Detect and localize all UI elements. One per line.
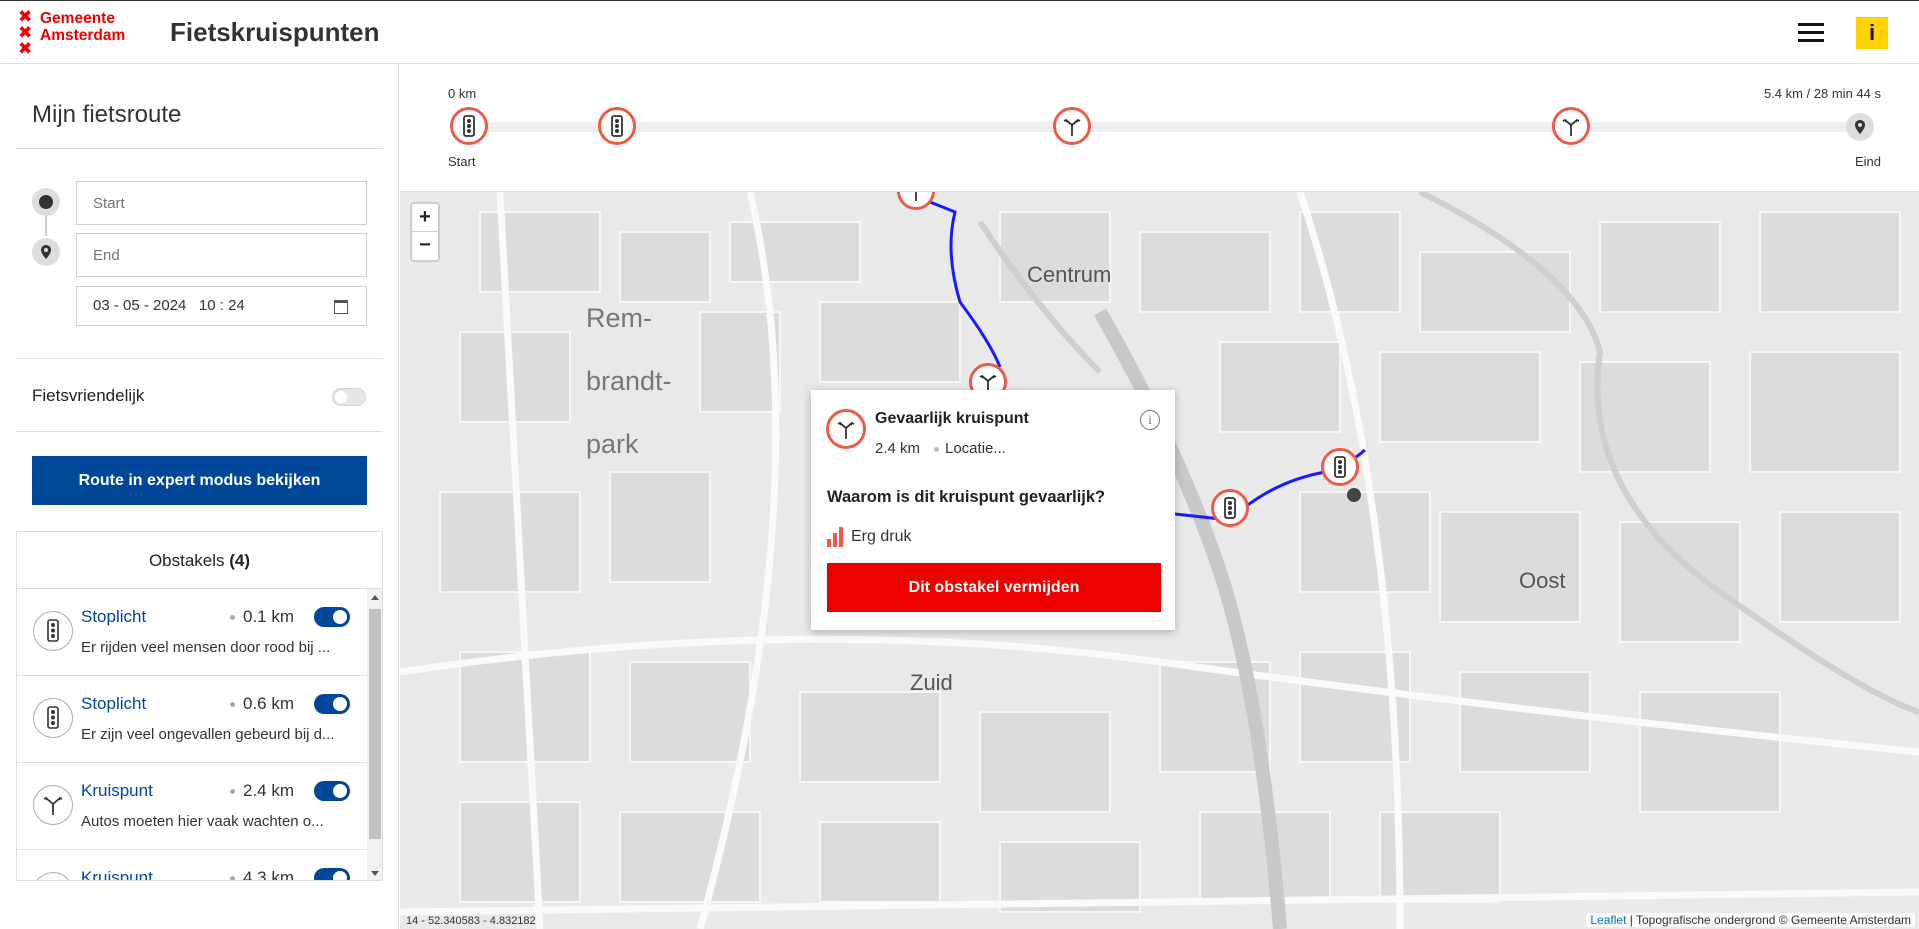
route-summary: 5.4 km / 28 min 44 s — [1763, 86, 1881, 101]
info-button[interactable]: i — [1856, 17, 1888, 49]
obstacles-label: Obstakels — [148, 551, 225, 570]
divider — [16, 148, 383, 149]
obstacle-distance: 2.4 km — [229, 781, 295, 800]
intersection-icon — [33, 872, 73, 880]
traffic-light-icon — [33, 698, 73, 738]
gemeente-amsterdam-logo[interactable]: ✖ ✖ ✖ Gemeente Amsterdam — [18, 7, 143, 58]
obstacle-distance: 4.3 km — [229, 868, 294, 880]
obstacles-header: Obstakels (4) — [17, 532, 382, 589]
scroll-up-icon[interactable] — [371, 595, 379, 600]
date-time-input[interactable]: 03 - 05 - 2024 10 : 24 — [76, 286, 367, 326]
scroll-thumb[interactable] — [369, 609, 381, 839]
obstacles-panel: Obstakels (4) Stoplicht 0.1 km Er rijden… — [16, 531, 383, 881]
destination-dot-icon[interactable] — [1347, 488, 1361, 502]
busy-bars-icon — [827, 527, 843, 547]
logo-line-2: Amsterdam — [40, 27, 126, 44]
intersection-icon — [826, 409, 866, 449]
header: ✖ ✖ ✖ Gemeente Amsterdam Fietskruispunte… — [0, 0, 1919, 64]
map-label-centrum: Centrum — [1027, 262, 1112, 287]
cross-icon: ✖ — [18, 7, 33, 26]
scroll-down-icon[interactable] — [371, 871, 379, 876]
obstacle-description: Er zijn veel ongevallen gebeurd bij d... — [81, 726, 335, 743]
obstacle-name[interactable]: Kruispunt — [81, 868, 153, 880]
zoom-in-button[interactable]: + — [412, 204, 438, 232]
obstacle-name[interactable]: Kruispunt — [81, 781, 153, 801]
obstacle-item[interactable]: Kruispunt 2.4 km Autos moeten hier vaak … — [17, 763, 367, 850]
traffic-light-icon[interactable] — [598, 107, 636, 145]
obstacles-list: Stoplicht 0.1 km Er rijden veel mensen d… — [17, 589, 367, 880]
map-label-rembrandt-2: brandt- — [586, 366, 672, 396]
calendar-icon[interactable] — [334, 300, 348, 314]
popup-question: Waarom is dit kruispunt gevaarlijk? — [827, 488, 1106, 506]
obstacle-name[interactable]: Stoplicht — [81, 607, 146, 627]
traffic-light-icon — [33, 611, 73, 651]
attribution-text: | Topografische ondergrond © Gemeente Am… — [1626, 913, 1911, 927]
obstacle-distance: 0.1 km — [229, 607, 295, 626]
intersection-icon[interactable] — [1552, 107, 1590, 145]
map-label-oost: Oost — [1519, 568, 1566, 593]
logo-line-1: Gemeente — [40, 10, 115, 27]
map-label-rembrandt-1: Rem- — [586, 303, 652, 333]
end-input[interactable] — [76, 233, 367, 277]
divider — [16, 431, 383, 432]
obstacles-scrollbar[interactable] — [367, 589, 382, 880]
start-input[interactable] — [76, 181, 367, 225]
popup-title: Gevaarlijk kruispunt — [875, 410, 1029, 427]
map-label-zuid: Zuid — [910, 670, 953, 695]
bike-friendly-label: Fietsvriendelijk — [32, 386, 145, 405]
cross-icon: ✖ — [18, 23, 33, 42]
traffic-light-icon[interactable] — [1211, 489, 1249, 527]
bike-friendly-toggle[interactable] — [332, 388, 366, 406]
cross-icon: ✖ — [18, 39, 33, 58]
intersection-icon — [33, 785, 73, 825]
map-coordinates: 14 - 52.340583 - 4.832182 — [406, 915, 536, 927]
obstacle-description: Er rijden veel mensen door rood bij ... — [81, 639, 331, 656]
sidebar-title: Mijn fietsroute — [32, 101, 182, 128]
obstacle-popup: Gevaarlijk kruispunt i 2.4 km Locatie...… — [811, 390, 1175, 630]
obstacles-count: (4) — [229, 551, 251, 570]
obstacle-name[interactable]: Stoplicht — [81, 694, 146, 714]
route-connector — [45, 216, 47, 236]
obstacle-item[interactable]: Kruispunt 4.3 km — [17, 850, 367, 880]
avoid-obstacle-button[interactable]: Dit obstakel vermijden — [827, 563, 1161, 612]
obstacle-toggle[interactable] — [314, 868, 350, 880]
sidebar: Mijn fietsroute 03 - 05 - 2024 10 : 24 F… — [0, 64, 399, 929]
start-dot-icon — [32, 188, 60, 216]
route-timeline: 0 km 5.4 km / 28 min 44 s Start Eind — [400, 64, 1919, 192]
app-root: ✖ ✖ ✖ Gemeente Amsterdam Fietskruispunte… — [0, 0, 1919, 929]
intersection-icon[interactable] — [1053, 107, 1091, 145]
expert-mode-button[interactable]: Route in expert modus bekijken — [32, 456, 367, 505]
map[interactable]: + − Centrum Rem- brandt- park Oost Zuid — [400, 192, 1919, 929]
obstacle-toggle[interactable] — [314, 694, 350, 714]
zoom-out-button[interactable]: − — [412, 232, 438, 260]
obstacle-toggle[interactable] — [314, 607, 350, 627]
popup-distance: 2.4 km — [875, 440, 921, 457]
date-time-value: 03 - 05 - 2024 10 : 24 — [93, 297, 245, 314]
popup-location: Locatie... — [934, 440, 1006, 457]
timeline-start-km: 0 km — [448, 86, 477, 101]
location-pin-icon — [32, 238, 60, 266]
popup-reason: Erg druk — [851, 528, 912, 545]
map-attribution: Leaflet | Topografische ondergrond © Gem… — [1586, 913, 1915, 927]
obstacle-distance: 0.6 km — [229, 694, 295, 713]
info-icon[interactable]: i — [1140, 410, 1160, 430]
map-label-rembrandt-3: park — [586, 429, 639, 459]
timeline-end-label: Eind — [1854, 154, 1881, 169]
divider — [16, 358, 383, 359]
menu-icon[interactable] — [1798, 23, 1824, 43]
obstacle-item[interactable]: Stoplicht 0.1 km Er rijden veel mensen d… — [17, 589, 367, 676]
timeline-track — [470, 122, 1860, 132]
leaflet-link[interactable]: Leaflet — [1590, 913, 1626, 927]
timeline-start-label: Start — [448, 154, 476, 169]
zoom-control: + − — [410, 202, 440, 262]
map-label-rembrandtpark: Rem- brandt- park — [586, 287, 672, 476]
traffic-light-icon[interactable] — [1321, 448, 1359, 486]
app-title: Fietskruispunten — [170, 17, 380, 47]
obstacle-description: Autos moeten hier vaak wachten o... — [81, 813, 324, 830]
traffic-light-icon[interactable] — [450, 107, 488, 145]
obstacle-toggle[interactable] — [314, 781, 350, 801]
location-pin-icon[interactable] — [1846, 113, 1874, 141]
obstacle-item[interactable]: Stoplicht 0.6 km Er zijn veel ongevallen… — [17, 676, 367, 763]
